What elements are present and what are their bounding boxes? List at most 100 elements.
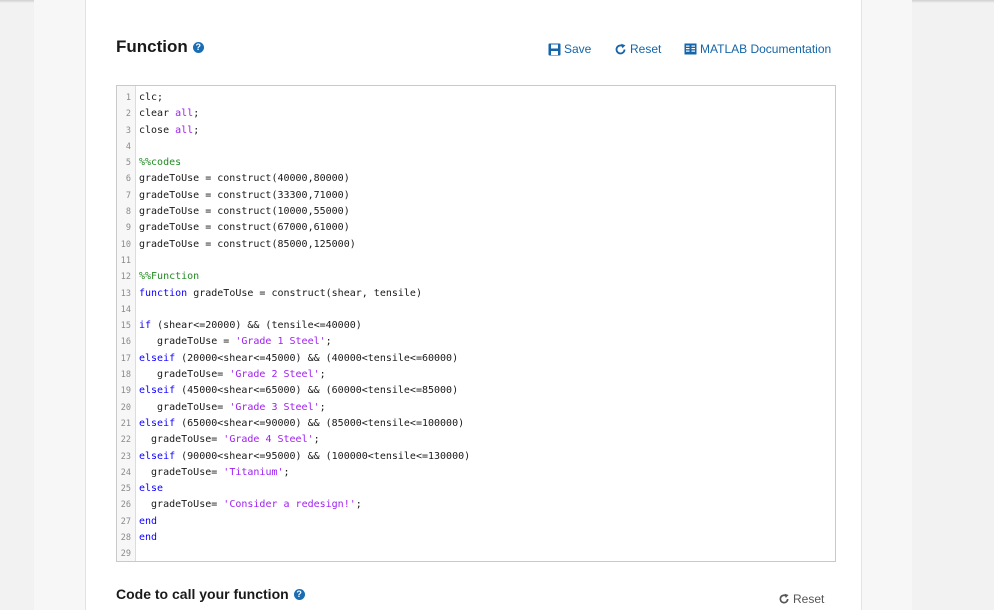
call-reset-button[interactable]: Reset [778,592,824,606]
code-text: gradeToUse= 'Grade 3 Steel'; [139,401,326,413]
code-line[interactable]: 23 elseif (90000<shear<=95000) && (100000… [117,449,835,465]
save-button[interactable]: Save [548,41,591,57]
code-line[interactable]: 8 gradeToUse = construct(10000,55000) [117,204,835,220]
reset-arrow-icon [615,43,626,54]
line-number: 8 [125,207,131,218]
code-line[interactable]: 11 [117,253,835,269]
code-text: gradeToUse= 'Titanium'; [139,466,290,478]
code-text: gradeToUse= 'Grade 2 Steel'; [139,369,326,381]
code-lines: 1 clc; 2 clear all; 3 close all; 4 5 %%codes 6 gra… [117,90,835,561]
line-number: 20 [120,402,131,413]
line-number: 9 [125,223,131,234]
code-line[interactable]: 5 %%codes [117,155,835,171]
code-text: clear all; [139,108,200,120]
code-line[interactable]: 7 gradeToUse = construct(33300,71000) [117,188,835,204]
code-line[interactable]: 13 function gradeToUse = construct(shear,… [117,286,835,302]
code-text: elseif (20000<shear<=45000) && (40000<te… [139,352,459,364]
code-line[interactable]: 14 [117,302,835,318]
code-text: gradeToUse = construct(40000,80000) [139,173,350,185]
code-line[interactable]: 21 elseif (65000<shear<=90000) && (85000<… [117,416,835,432]
code-line[interactable]: 19 elseif (45000<shear<=65000) && (60000<… [117,383,835,399]
line-number: 2 [125,109,131,120]
floppy-disk-icon [548,43,561,55]
line-number: 21 [120,418,131,429]
line-number: 29 [120,549,131,560]
code-editor[interactable]: 1 clc; 2 clear all; 3 close all; 4 5 %%codes 6 gra… [116,85,836,562]
code-text: if (shear<=20000) && (tensile<=40000) [139,320,362,332]
line-number: 15 [120,321,131,332]
code-line[interactable]: 17 elseif (20000<shear<=45000) && (40000<… [117,351,835,367]
line-number: 19 [120,386,131,397]
call-section-title: Code to call your function ? [116,586,305,602]
code-line[interactable]: 22 gradeToUse= 'Grade 4 Steel'; [117,432,835,448]
line-number: 23 [120,451,131,462]
code-text: elseif (90000<shear<=95000) && (100000<t… [139,450,471,462]
code-text: gradeToUse = construct(10000,55000) [139,206,350,218]
code-text: %%codes [139,157,182,169]
code-text: gradeToUse = 'Grade 1 Steel'; [139,336,332,348]
code-text: elseif (65000<shear<=90000) && (85000<te… [139,417,465,429]
docs-label: MATLAB Documentation [700,42,832,56]
function-title-label: Function [116,37,188,56]
code-text: end [139,515,158,527]
code-line[interactable]: 10 gradeToUse = construct(85000,125000) [117,237,835,253]
line-number: 11 [120,255,131,266]
reset-arrow-icon [779,593,789,604]
line-number: 1 [125,93,131,103]
code-text: end [139,532,158,544]
question-circle-icon[interactable]: ? [293,588,305,600]
function-section-title: Function ? [116,37,204,57]
code-line[interactable]: 25 else [117,481,835,497]
code-line[interactable]: 4 [117,139,835,155]
line-number: 3 [125,125,131,136]
code-text: else [139,483,164,495]
line-number: 25 [120,484,131,495]
reset-button[interactable]: Reset [614,41,661,57]
code-text: elseif (45000<shear<=65000) && (60000<te… [139,385,459,397]
code-text: gradeToUse = construct(67000,61000) [139,222,350,234]
code-line[interactable]: 1 clc; [117,90,835,106]
code-line[interactable]: 18 gradeToUse= 'Grade 2 Steel'; [117,367,835,383]
code-text: clc; [139,92,164,103]
question-circle-icon[interactable]: ? [192,41,204,53]
code-line[interactable]: 15 if (shear<=20000) && (tensile<=40000) [117,318,835,334]
code-line[interactable]: 27 end [117,514,835,530]
line-number: 24 [120,467,131,478]
code-text: close all; [139,124,200,136]
code-line[interactable]: 12 %%Function [117,269,835,285]
code-line[interactable]: 26 gradeToUse= 'Consider a redesign!'; [117,497,835,513]
line-number: 16 [120,337,131,348]
line-number: 18 [120,370,131,381]
code-line[interactable]: 3 close all; [117,123,835,139]
code-text: %%Function [139,271,200,283]
save-label: Save [564,42,592,56]
matlab-documentation-link[interactable]: MATLAB Documentation [684,41,831,57]
line-number: 13 [120,288,131,299]
line-number: 10 [120,239,131,250]
line-number: 14 [120,304,131,315]
code-line[interactable]: 9 gradeToUse = construct(67000,61000) [117,220,835,236]
line-number: 26 [120,500,131,511]
code-line[interactable]: 6 gradeToUse = construct(40000,80000) [117,171,835,187]
line-number: 7 [125,190,131,201]
code-line[interactable]: 24 gradeToUse= 'Titanium'; [117,465,835,481]
line-number: 6 [125,174,131,185]
code-text: gradeToUse = construct(85000,125000) [139,238,356,250]
code-line[interactable]: 29 [117,546,835,561]
book-icon [684,43,697,55]
line-number: 4 [125,141,131,152]
line-number: 12 [120,272,131,283]
code-text: gradeToUse= 'Consider a redesign!'; [139,499,362,511]
code-line[interactable]: 20 gradeToUse= 'Grade 3 Steel'; [117,400,835,416]
code-line[interactable]: 2 clear all; [117,106,835,122]
call-reset-label: Reset [793,592,825,606]
line-number: 22 [120,435,131,446]
line-number: 17 [120,353,131,364]
code-text: gradeToUse = construct(33300,71000) [139,189,350,201]
code-line[interactable]: 16 gradeToUse = 'Grade 1 Steel'; [117,334,835,350]
code-text: gradeToUse= 'Grade 4 Steel'; [139,434,320,446]
code-line[interactable]: 28 end [117,530,835,546]
line-number: 28 [120,533,131,544]
reset-label: Reset [630,42,662,56]
code-text: function gradeToUse = construct(shear, t… [139,287,422,299]
